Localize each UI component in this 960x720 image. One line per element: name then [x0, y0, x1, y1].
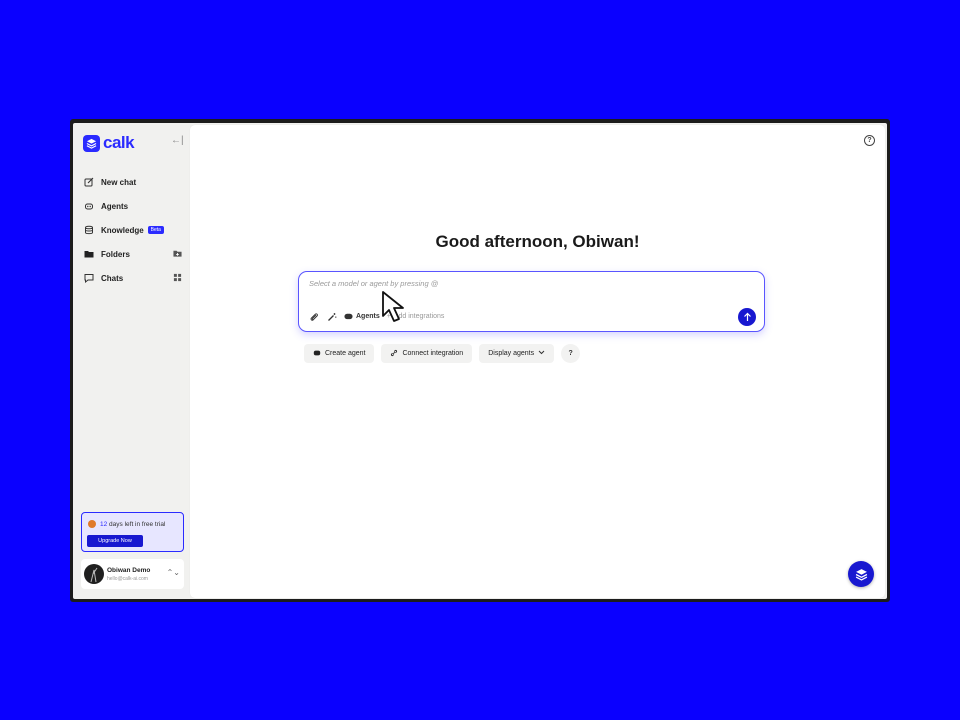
display-agents-label: Display agents [488, 350, 535, 357]
user-profile[interactable]: Obiwan Demo hello@calk-ai.com ⌃⌄ [81, 559, 184, 589]
paperclip-icon[interactable] [308, 311, 319, 322]
trial-text: 12 days left in free trial [88, 520, 165, 528]
database-icon [83, 224, 95, 236]
beta-badge: Beta [147, 226, 164, 234]
sidebar-item-folders[interactable]: Folders [83, 242, 183, 266]
chat-input[interactable] [309, 279, 709, 288]
layers-icon [855, 568, 867, 581]
basketball-icon [88, 520, 96, 528]
user-email: hello@calk-ai.com [107, 576, 148, 582]
sidebar-item-new-chat[interactable]: New chat [83, 170, 183, 194]
help-button[interactable]: ? [561, 344, 581, 363]
user-name: Obiwan Demo [107, 567, 151, 574]
trial-banner: 12 days left in free trial Upgrade Now [81, 512, 184, 552]
sidebar-item-label: Folders [101, 249, 130, 259]
create-agent-button[interactable]: Create agent [304, 344, 375, 363]
page-title: Good afternoon, Obiwan! [435, 232, 640, 251]
connect-integration-label: Connect integration [402, 350, 464, 357]
help-icon[interactable]: ? [864, 135, 875, 146]
link-icon [390, 349, 398, 359]
agents-label: Agents [356, 313, 380, 320]
chevron-down-icon [538, 350, 545, 357]
chevron-updown-icon: ⌃⌄ [166, 568, 180, 577]
trial-label: days left in free trial [107, 520, 166, 528]
app-frame: calk ←| New chat Agents Knowledge Beta F… [70, 119, 890, 602]
create-agent-label: Create agent [325, 350, 366, 357]
sidebar: calk ←| New chat Agents Knowledge Beta F… [73, 123, 190, 599]
chat-icon [83, 272, 95, 284]
sidebar-item-label: Knowledge [101, 225, 144, 235]
agent-icon [344, 312, 353, 322]
upgrade-button[interactable]: Upgrade Now [87, 535, 143, 547]
sidebar-item-agents[interactable]: Agents [83, 194, 183, 218]
composer-toolbar: Agents + Add integrations [308, 311, 444, 322]
avatar [84, 564, 104, 584]
add-folder-icon[interactable] [172, 248, 183, 259]
agent-icon [313, 349, 321, 359]
sidebar-nav: New chat Agents Knowledge Beta Folders C… [83, 170, 183, 290]
edit-icon [83, 176, 95, 188]
send-button[interactable] [738, 308, 756, 326]
logo[interactable]: calk [83, 133, 135, 153]
quick-actions: Create agent Connect integration Display… [304, 344, 581, 363]
sidebar-item-label: Chats [101, 273, 124, 283]
folder-icon [83, 248, 95, 260]
logo-text: calk [103, 133, 135, 152]
connect-integration-button[interactable]: Connect integration [381, 344, 473, 363]
agents-selector[interactable]: Agents [344, 312, 380, 322]
mouse-cursor-icon [382, 291, 404, 322]
sidebar-item-knowledge[interactable]: Knowledge Beta [83, 218, 183, 242]
magic-wand-icon[interactable] [326, 311, 337, 322]
chat-composer: Agents + Add integrations [298, 271, 765, 332]
sidebar-item-chats[interactable]: Chats [83, 266, 183, 290]
app-window: calk ←| New chat Agents Knowledge Beta F… [73, 123, 887, 599]
agent-icon [83, 200, 95, 212]
collapse-sidebar-icon[interactable]: ←| [171, 135, 184, 146]
display-agents-button[interactable]: Display agents [479, 344, 555, 363]
main-panel: ? Good afternoon, Obiwan! Agents [190, 125, 885, 598]
sidebar-item-label: New chat [101, 177, 137, 187]
calk-assistant-button[interactable] [848, 561, 874, 587]
grid-icon[interactable] [172, 272, 183, 283]
calk-logo-icon [83, 134, 100, 152]
sidebar-item-label: Agents [101, 201, 129, 211]
arrow-up-icon [743, 312, 751, 321]
